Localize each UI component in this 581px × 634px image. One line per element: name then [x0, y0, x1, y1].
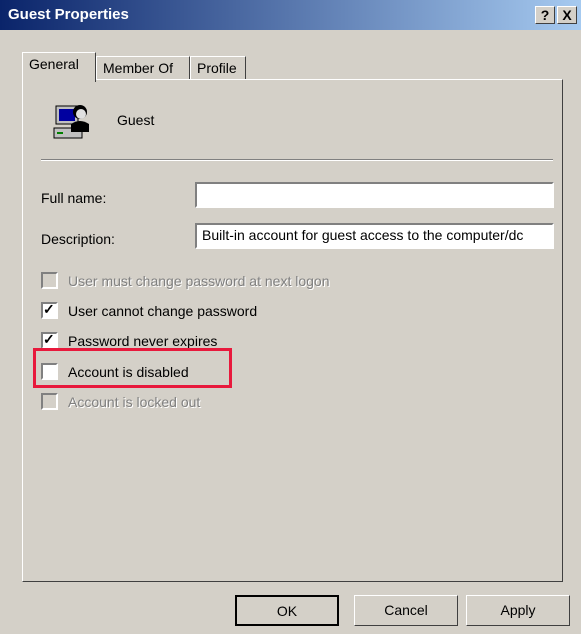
checkbox-must-change-password[interactable]: User must change password at next logon — [41, 272, 329, 289]
tab-profile[interactable]: Profile — [190, 56, 246, 80]
checkmark-icon: ✓ — [43, 331, 55, 347]
checkbox-label: User cannot change password — [68, 302, 258, 319]
checkmark-icon: ✓ — [43, 301, 55, 317]
user-computer-icon — [53, 105, 89, 139]
checkbox-label: Account is locked out — [68, 393, 201, 410]
description-field[interactable]: Built-in account for guest access to the… — [195, 223, 554, 249]
checkbox-account-locked-out[interactable]: Account is locked out — [41, 393, 200, 410]
tab-member-of[interactable]: Member Of — [96, 56, 190, 80]
full-name-field[interactable] — [195, 182, 554, 208]
full-name-label: Full name: — [41, 190, 107, 206]
checkbox-label: User must change password at next logon — [68, 272, 330, 289]
tab-general[interactable]: General — [22, 52, 96, 82]
checkbox-cannot-change-password[interactable]: ✓ User cannot change password — [41, 301, 258, 319]
general-tab-panel: Guest Full name: Description: Built-in a… — [22, 79, 563, 582]
window-title: Guest Properties — [8, 6, 129, 23]
checkbox-label: Password never expires — [68, 332, 218, 349]
checkbox-box[interactable]: ✓ — [41, 331, 58, 349]
checkbox-box[interactable] — [41, 393, 58, 410]
user-name: Guest — [117, 112, 155, 128]
apply-button[interactable]: Apply — [466, 595, 570, 626]
checkbox-box[interactable]: ✓ — [41, 301, 58, 319]
checkbox-password-never-expires[interactable]: ✓ Password never expires — [41, 331, 218, 349]
highlight-annotation — [33, 348, 232, 388]
description-label: Description: — [41, 231, 115, 247]
ok-button[interactable]: OK — [235, 595, 339, 626]
close-button[interactable]: X — [557, 6, 577, 24]
separator — [41, 159, 553, 161]
guest-properties-dialog: Guest Properties ? X General Member Of P… — [0, 0, 581, 634]
help-button[interactable]: ? — [535, 6, 555, 24]
title-bar[interactable]: Guest Properties ? X — [0, 0, 581, 30]
cancel-button[interactable]: Cancel — [354, 595, 458, 626]
checkbox-box[interactable] — [41, 272, 58, 289]
